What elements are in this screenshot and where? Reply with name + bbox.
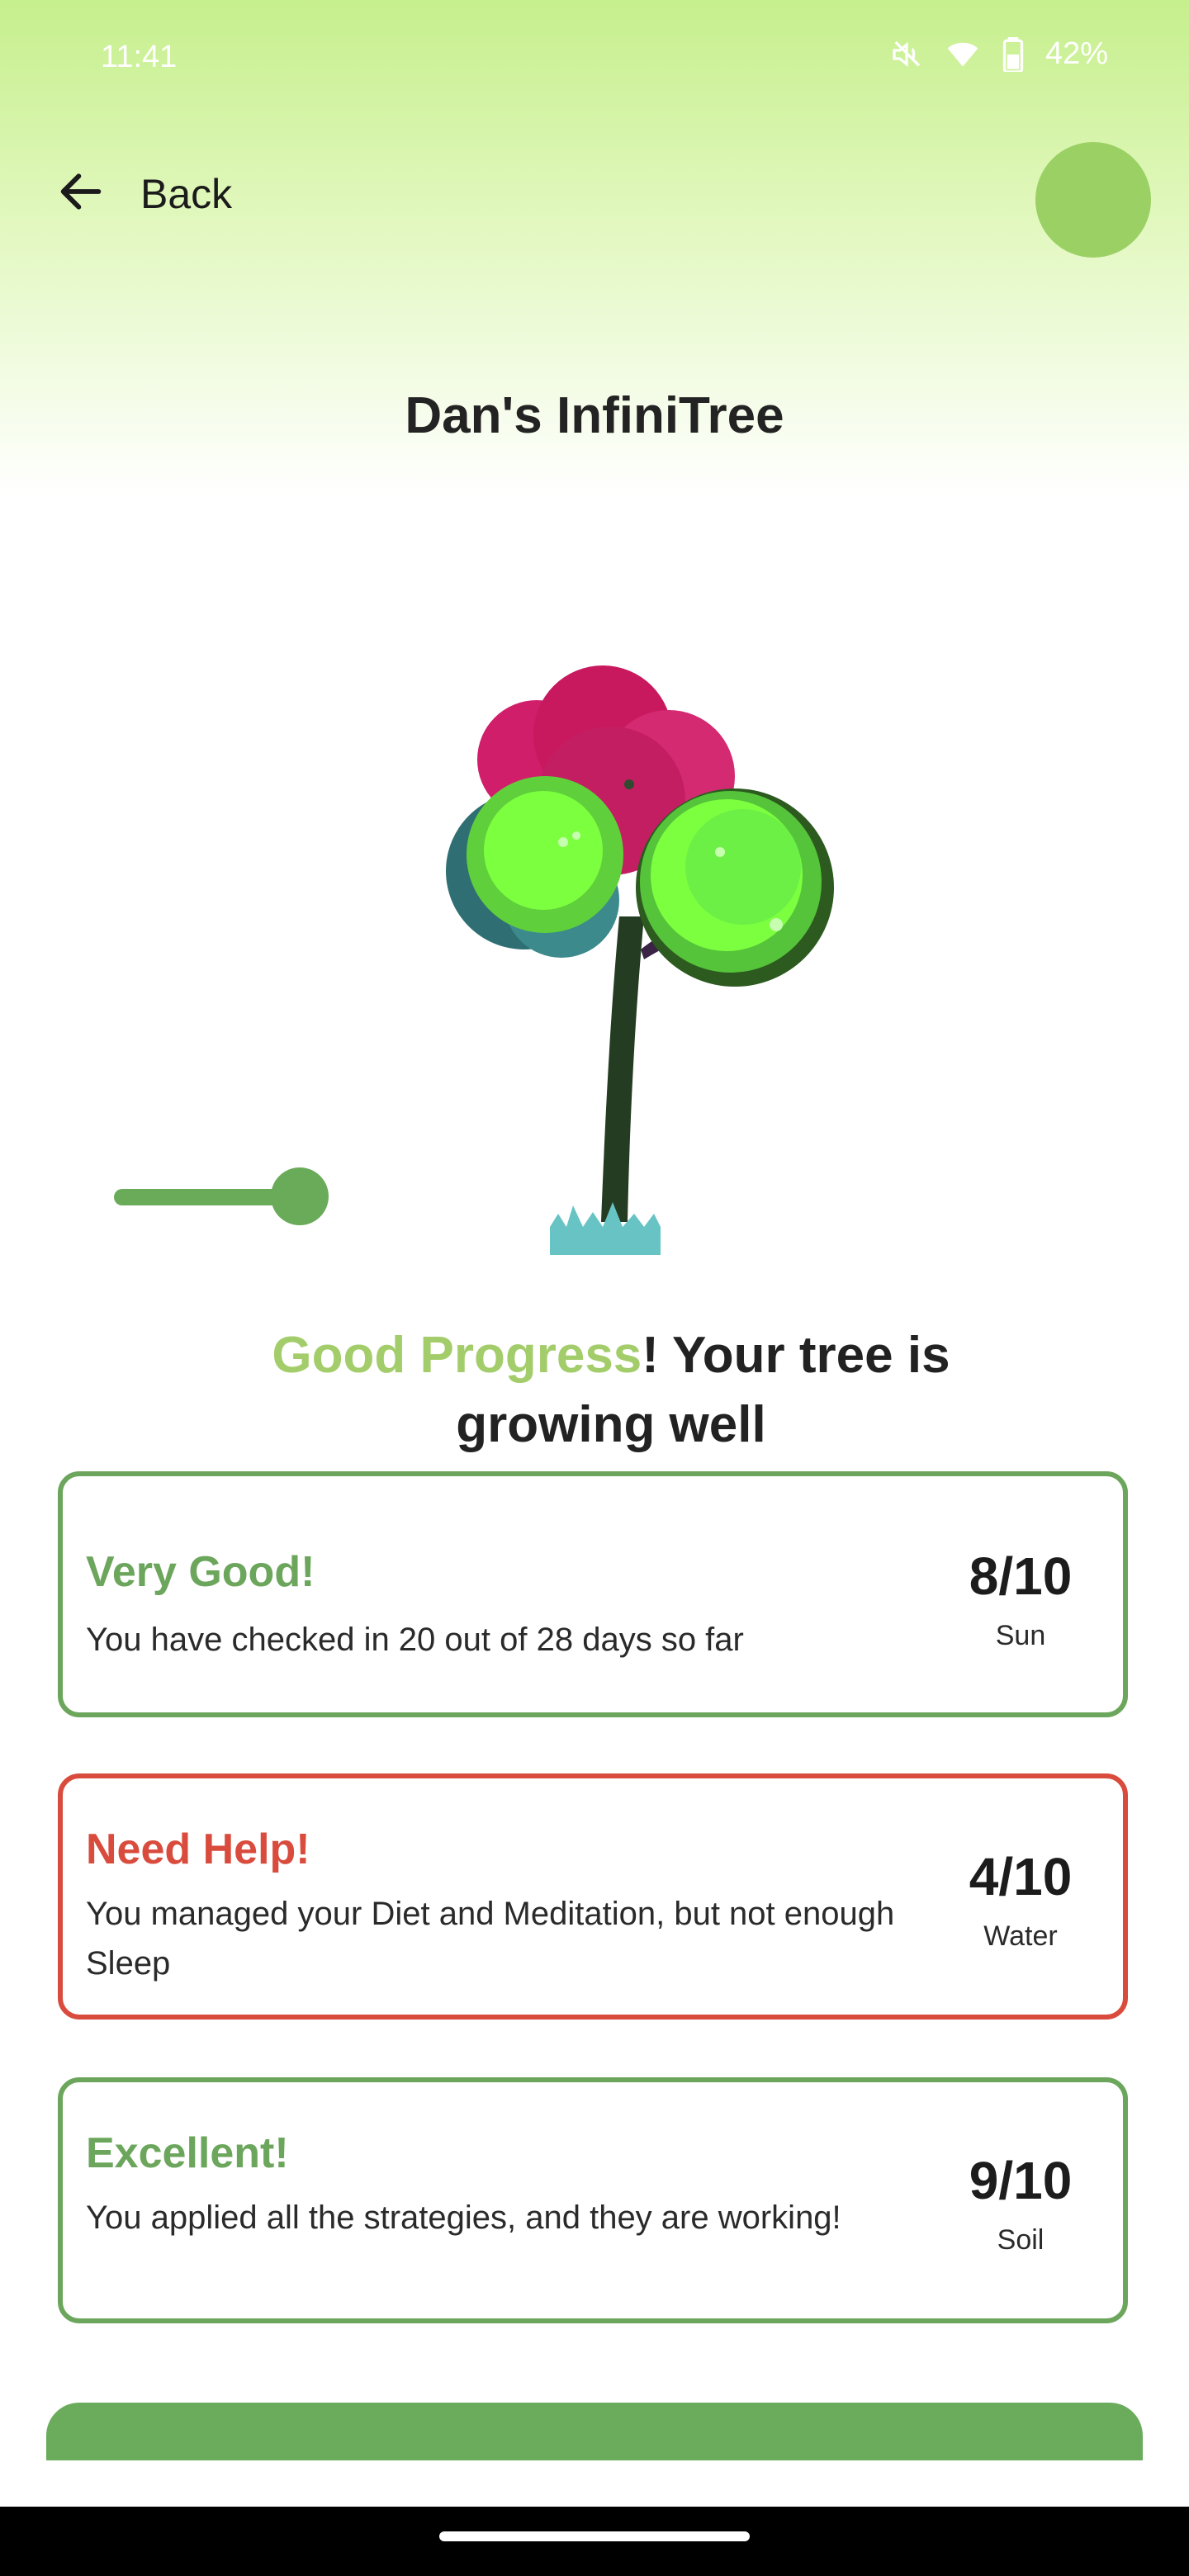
progress-headline: Good Progress! Your tree is growing well [198, 1321, 1024, 1460]
status-icons: 42% [890, 36, 1108, 72]
status-time: 11:41 [101, 40, 178, 74]
card-description: You managed your Diet and Meditation, bu… [86, 1896, 895, 1982]
battery-level: 42% [1045, 36, 1108, 71]
card-score: 4/10 [969, 1847, 1073, 1906]
status-card-sun[interactable]: Very Good! You have checked in 20 out of… [58, 1471, 1128, 1717]
card-score: 9/10 [969, 2151, 1073, 2210]
tree-illustration [446, 665, 834, 1255]
wifi-icon [945, 38, 981, 71]
card-score: 8/10 [969, 1546, 1073, 1606]
card-label: Excellent! [86, 2129, 289, 2177]
card-description: You have checked in 20 out of 28 days so… [86, 1622, 744, 1658]
headline-accent: Good Progress [272, 1327, 642, 1384]
back-arrow-icon [54, 165, 107, 222]
status-card-water[interactable]: Need Help! You managed your Diet and Med… [58, 1773, 1128, 2020]
home-indicator[interactable] [439, 2531, 750, 2541]
mute-icon [890, 38, 923, 71]
card-label: Need Help! [86, 1825, 310, 1873]
card-metric: Water [983, 1920, 1058, 1952]
card-metric: Soil [997, 2224, 1045, 2256]
page-title: Dan's InfiniTree [405, 387, 784, 444]
status-card-soil[interactable]: Excellent! You applied all the strategie… [58, 2077, 1128, 2323]
battery-icon [1002, 36, 1024, 72]
card-metric: Sun [995, 1620, 1046, 1651]
avatar[interactable] [1035, 142, 1151, 258]
system-nav-bar [0, 2507, 1189, 2576]
back-label: Back [140, 170, 233, 217]
card-description: You applied all the strategies, and they… [86, 2200, 841, 2236]
status-bar: 11:41 42% [0, 0, 1189, 116]
slider-thumb[interactable] [271, 1167, 329, 1225]
back-button[interactable]: Back [54, 165, 232, 222]
bottom-fade [0, 2460, 1189, 2510]
card-label: Very Good! [86, 1548, 315, 1596]
growth-slider[interactable] [114, 1163, 329, 1229]
